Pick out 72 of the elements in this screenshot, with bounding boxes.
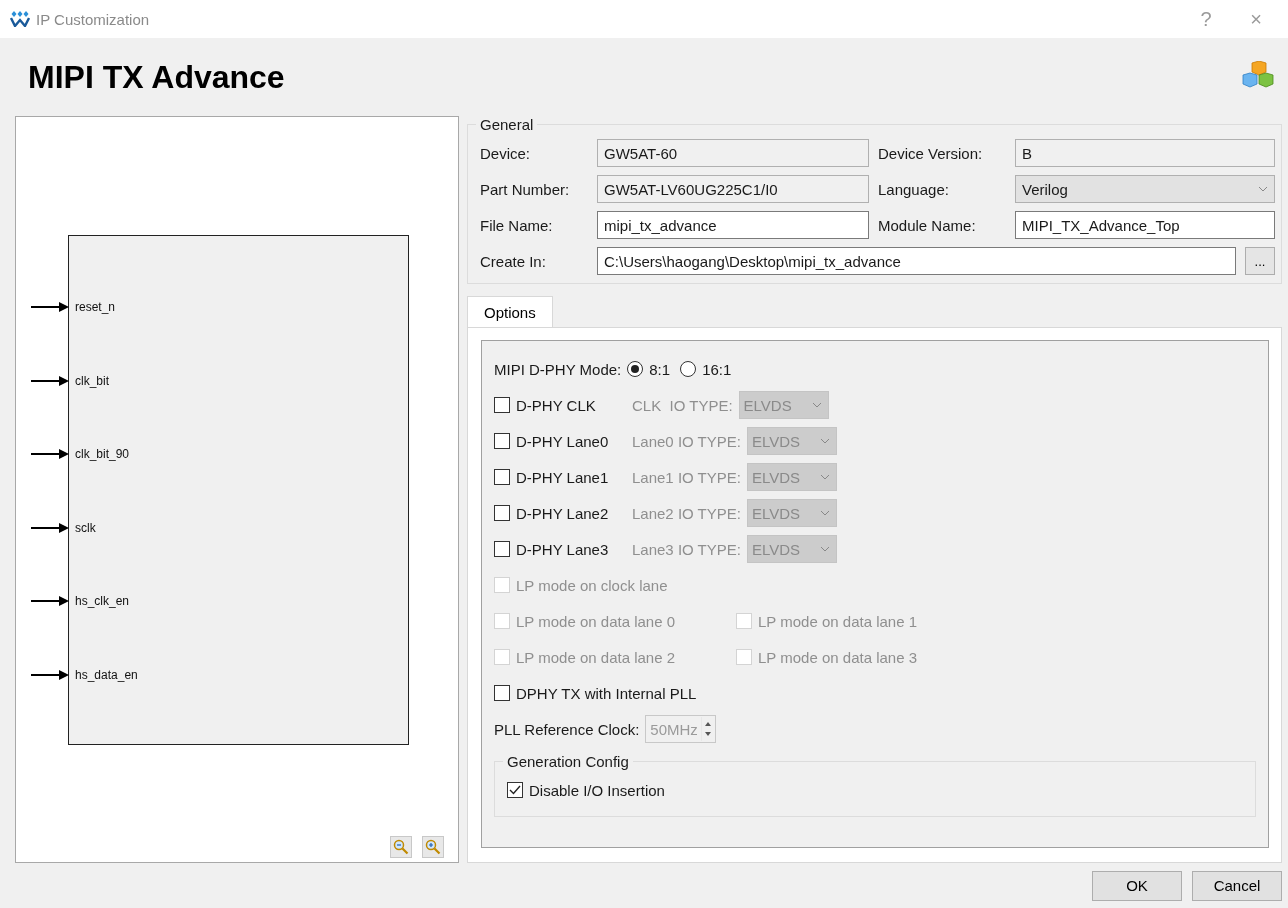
text-field[interactable]: C:\Users\haogang\Desktop\mipi_tx_advance [597,247,1236,275]
field-label: PLL Reference Clock: [494,720,640,738]
chevron-down-icon [819,438,830,444]
checkbox-label: DPHY TX with Internal PLL [516,684,697,702]
checkbox-label: LP mode on data lane 2 [516,648,676,666]
radio-label: 16:1 [702,360,732,378]
field-label: Module Name: [878,216,977,234]
checkbox-label: LP mode on clock lane [516,576,668,594]
arrow-icon [31,669,69,680]
checkbox[interactable] [494,541,510,557]
field-label: Device: [480,144,532,162]
radio-button[interactable] [680,361,697,377]
arrow-icon [31,375,69,386]
checkbox[interactable] [494,685,510,701]
field-label: Language: [878,180,950,198]
checkbox[interactable] [494,433,510,449]
io-type-label: Lane2 IO TYPE: [632,504,741,522]
checkbox-label: D-PHY CLK [516,396,597,414]
io-type-label: Lane0 IO TYPE: [632,432,741,450]
ok-button[interactable]: OK [1092,870,1182,901]
text-field[interactable]: MIPI_TX_Advance_Top [1015,211,1275,239]
text-field[interactable]: GW5AT-LV60UG225C1/I0 [597,175,869,203]
radio-button[interactable] [627,361,644,377]
pin-label: sclk [75,520,96,535]
checkbox-label: D-PHY Lane1 [516,468,610,486]
pin-label: clk_bit [75,373,109,388]
chevron-down-icon [819,474,830,480]
arrow-icon [31,596,69,607]
dropdown[interactable]: Verilog [1015,175,1275,203]
checkbox-label: LP mode on data lane 1 [758,612,918,630]
checkbox[interactable] [494,469,510,485]
field-label: Create In: [480,252,547,270]
logo-icon [10,11,30,27]
radio-label: 8:1 [649,360,671,378]
field-label: File Name: [480,216,554,234]
field-label: Part Number: [480,180,571,198]
checkbox[interactable] [494,505,510,521]
cancel-button[interactable]: Cancel [1192,870,1282,901]
checkbox-label: LP mode on data lane 0 [516,612,676,630]
browse-button[interactable]: ... [1245,247,1275,275]
tab[interactable]: Options [467,296,553,328]
arrow-icon [31,449,69,460]
checkbox-label: LP mode on data lane 3 [758,648,918,666]
io-type-label: Lane3 IO TYPE: [632,540,741,558]
page-heading: MIPI TX Advance [28,58,285,96]
pin-label: clk_bit_90 [75,447,130,462]
text-field[interactable]: mipi_tx_advance [597,211,869,239]
group-title: General [479,116,535,133]
arrow-icon [31,522,69,533]
checkbox[interactable] [507,782,523,798]
chevron-down-icon [1258,186,1268,192]
text-field[interactable]: GW5AT-60 [597,139,869,167]
chevron-down-icon [819,510,830,516]
chevron-down-icon [811,402,822,408]
text-field[interactable]: B [1015,139,1275,167]
pin-label: reset_n [75,300,116,314]
checkbox[interactable] [494,397,510,413]
check-icon [509,785,521,795]
checkbox-label: Disable I/O Insertion [529,781,665,799]
group-title: Generation Config [506,753,630,770]
arrow-icon [31,302,69,312]
io-type-label: CLK IO TYPE: [632,396,733,414]
window-title: IP Customization [36,10,151,28]
checkbox-label: D-PHY Lane3 [516,540,610,558]
pin-label: hs_clk_en [75,594,130,609]
checkbox-label: D-PHY Lane0 [516,432,610,450]
checkbox-label: D-PHY Lane2 [516,504,610,522]
chevron-down-icon [819,546,830,552]
pin-label: hs_data_en [75,667,138,682]
mode-label: MIPI D-PHY Mode: [494,360,622,378]
field-label: Device Version: [878,144,984,162]
io-type-label: Lane1 IO TYPE: [632,468,741,486]
